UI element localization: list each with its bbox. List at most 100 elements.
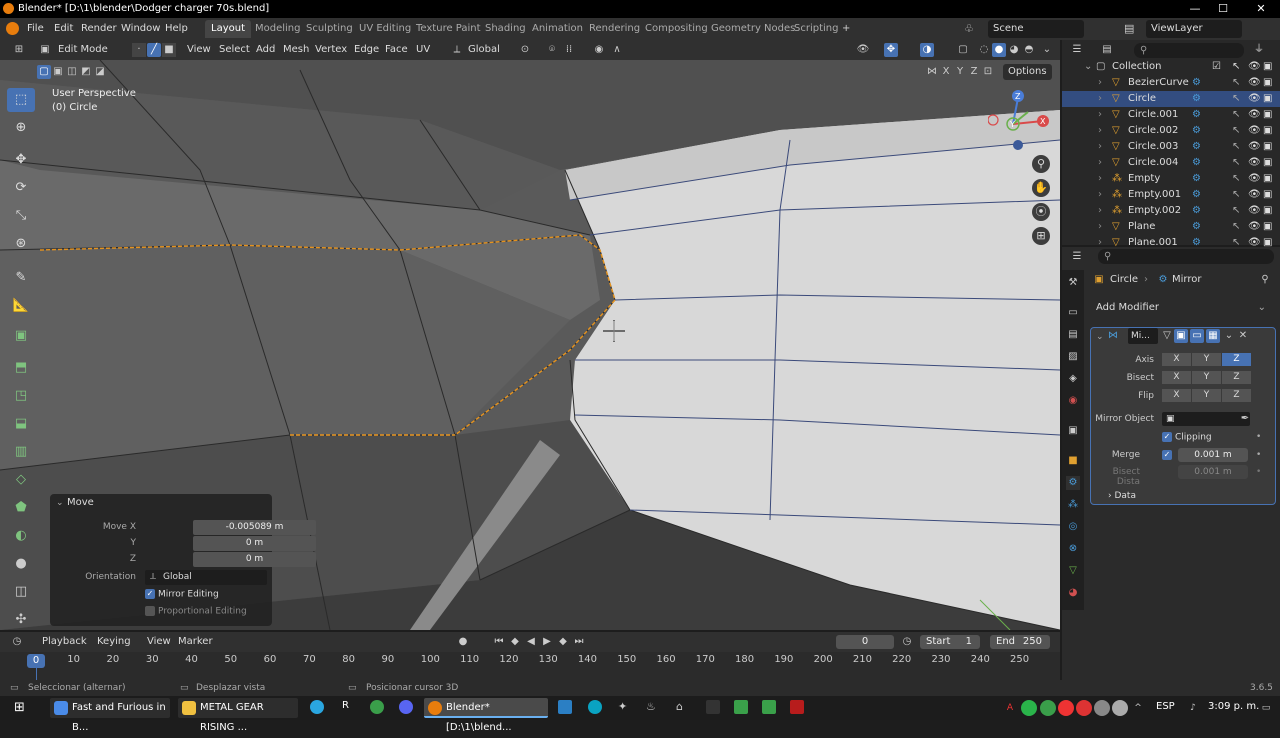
- select-intersect-icon[interactable]: ◪: [93, 65, 107, 79]
- restrict-select-icon[interactable]: ↖: [1232, 203, 1240, 219]
- rotate-tool-icon[interactable]: ⟳: [7, 176, 35, 200]
- menu-add[interactable]: Add: [252, 42, 279, 58]
- expand-icon[interactable]: ›: [1098, 91, 1102, 107]
- outliner-item-row[interactable]: › ▽ BezierCurve ⚙ ↖ 👁 ▣: [1062, 75, 1280, 91]
- falloff-icon[interactable]: ∧: [610, 43, 624, 57]
- viewlayer-selector[interactable]: ViewLayer: [1146, 20, 1242, 38]
- taskbar-chrome[interactable]: Fast and Furious in B...: [50, 698, 170, 733]
- start-menu-icon[interactable]: ⊞: [14, 701, 28, 715]
- maximize-button[interactable]: ☐: [1208, 0, 1238, 18]
- camera-icon[interactable]: ▣: [1263, 123, 1272, 139]
- edit-mode-display-icon[interactable]: ▣: [1174, 329, 1188, 343]
- material-tab-icon[interactable]: ◕: [1066, 586, 1080, 600]
- options-dropdown[interactable]: Options: [1003, 64, 1052, 80]
- restrict-select-icon[interactable]: ↖: [1232, 219, 1240, 235]
- restrict-select-icon[interactable]: ↖: [1232, 107, 1240, 123]
- start-frame-field[interactable]: Start 1: [920, 635, 980, 649]
- editor-type-icon[interactable]: ⊞: [12, 43, 26, 57]
- loop-cut-tool-icon[interactable]: ▥: [7, 440, 35, 464]
- tool-tab-icon[interactable]: ⚒: [1066, 276, 1080, 290]
- move-tool-icon[interactable]: ✥: [7, 148, 35, 172]
- eye-icon[interactable]: 👁: [1248, 59, 1261, 75]
- check-icon[interactable]: ☑: [1212, 59, 1221, 75]
- timeline-editor-type-icon[interactable]: ◷: [10, 635, 24, 649]
- bisect-x-toggle[interactable]: X: [1162, 371, 1191, 384]
- app-r-icon[interactable]: R: [342, 700, 356, 714]
- merge-keyframe-dot[interactable]: •: [1256, 450, 1261, 460]
- expand-icon[interactable]: ›: [1098, 139, 1102, 155]
- camera-icon[interactable]: ▣: [1263, 219, 1272, 235]
- inset-tool-icon[interactable]: ◳: [7, 384, 35, 408]
- visibility-icon[interactable]: 👁: [856, 43, 870, 57]
- restrict-select-icon[interactable]: ↖: [1232, 187, 1240, 203]
- add-workspace-button[interactable]: +: [836, 20, 856, 38]
- bisect-keyframe-dot[interactable]: •: [1256, 467, 1261, 477]
- modifier-name-field[interactable]: Mi...: [1128, 328, 1158, 344]
- poly-build-tool-icon[interactable]: ⬟: [7, 496, 35, 520]
- eye-icon[interactable]: 👁: [1248, 91, 1261, 107]
- tray-red2-icon[interactable]: [1076, 700, 1092, 716]
- properties-editor-type-icon[interactable]: ☰: [1070, 250, 1084, 264]
- pan-hand-icon[interactable]: ✋: [1032, 179, 1050, 197]
- eye-icon[interactable]: 👁: [1248, 75, 1261, 91]
- mirror-editing-checkbox[interactable]: ✓ Mirror Editing: [145, 589, 219, 600]
- navigation-gizmo[interactable]: Z X Y: [987, 88, 1054, 153]
- mirror-z-button[interactable]: Z: [967, 65, 981, 79]
- properties-search-input[interactable]: ⚲: [1098, 249, 1274, 264]
- render-display-icon[interactable]: ▦: [1206, 329, 1220, 343]
- restrict-select-icon[interactable]: ↖: [1232, 139, 1240, 155]
- bisect-z-toggle[interactable]: Z: [1222, 371, 1251, 384]
- face-select-icon[interactable]: ■: [162, 43, 176, 57]
- minimize-button[interactable]: —: [1180, 0, 1210, 18]
- camera-icon[interactable]: ▣: [1263, 107, 1272, 123]
- outliner[interactable]: ☰ ▤ ⚲ ⏚ ⌄ ▢ Collection ☑ ↖ 👁 ▣ › ▽ BezierCurve ⚙ ↖ 👁…: [1062, 40, 1280, 248]
- add-modifier-button[interactable]: Add Modifier ⌄: [1090, 299, 1270, 317]
- preview-range-icon[interactable]: ◷: [900, 635, 914, 649]
- clock[interactable]: 3:09 p. m.: [1208, 701, 1259, 712]
- expand-icon[interactable]: ›: [1098, 107, 1102, 123]
- menu-file[interactable]: File: [27, 18, 44, 40]
- snap-icon[interactable]: ⌾: [545, 43, 559, 57]
- properties-editor[interactable]: ☰ ⚲ ▣ Circle › ⚙ Mirror ⚲ Add Modifier ⌄ …: [1062, 247, 1280, 680]
- notification-icon[interactable]: ▭: [1258, 700, 1274, 716]
- playhead-frame[interactable]: 0: [27, 654, 45, 668]
- transform-orientation-selector[interactable]: Global: [464, 42, 504, 58]
- output-tab-icon[interactable]: ▤: [1066, 328, 1080, 342]
- bisect-distance-field[interactable]: 0.001 m: [1178, 465, 1248, 479]
- clipping-checkbox[interactable]: ✓ Clipping: [1162, 432, 1212, 443]
- tab-layout[interactable]: Layout: [205, 20, 251, 38]
- tab-uv-editing[interactable]: UV Editing: [353, 20, 417, 38]
- panel-collapse-icon[interactable]: ⌄: [56, 498, 64, 508]
- restrict-select-icon[interactable]: ↖: [1232, 75, 1240, 91]
- taskbar-blender[interactable]: Blender* [D:\1\blend...: [424, 698, 548, 733]
- collection-tab-icon[interactable]: ▣: [1066, 424, 1080, 438]
- menu-timeline-view[interactable]: View: [143, 634, 175, 650]
- select-extend-icon[interactable]: ▣: [51, 65, 65, 79]
- jump-end-icon[interactable]: ⏭: [572, 635, 586, 649]
- menu-edit[interactable]: Edit: [54, 18, 73, 40]
- current-frame-field[interactable]: 0: [836, 635, 894, 649]
- tab-animation[interactable]: Animation: [526, 20, 589, 38]
- edge-select-icon[interactable]: ╱: [147, 43, 161, 57]
- axis-x-toggle[interactable]: X: [1162, 353, 1191, 366]
- data-subpanel-toggle[interactable]: › Data: [1108, 491, 1136, 501]
- scene-selector[interactable]: Scene: [988, 20, 1084, 38]
- menu-view[interactable]: View: [183, 42, 215, 58]
- remove-modifier-icon[interactable]: ✕: [1236, 329, 1250, 343]
- view-layer-tab-icon[interactable]: ▨: [1066, 350, 1080, 364]
- gizmo-toggle-icon[interactable]: ✥: [884, 43, 898, 57]
- outliner-item-row[interactable]: › ▽ Circle.003 ⚙ ↖ 👁 ▣: [1062, 139, 1280, 155]
- bisect-y-toggle[interactable]: Y: [1192, 371, 1221, 384]
- scale-tool-icon[interactable]: ⤡: [7, 204, 35, 228]
- auto-merge-icon[interactable]: ⊡: [981, 65, 995, 79]
- end-frame-field[interactable]: End 250: [990, 635, 1050, 649]
- menu-select[interactable]: Select: [215, 42, 254, 58]
- rendered-shading-icon[interactable]: ◓: [1022, 43, 1036, 57]
- outliner-search-input[interactable]: ⚲: [1134, 43, 1244, 58]
- bevel-tool-icon[interactable]: ⬓: [7, 412, 35, 436]
- move-x-field[interactable]: -0.005089 m: [193, 520, 316, 535]
- render-tab-icon[interactable]: ▭: [1066, 306, 1080, 320]
- move-y-field[interactable]: 0 m: [193, 536, 316, 551]
- solid-shading-icon[interactable]: ●: [992, 43, 1006, 57]
- snap-target-icon[interactable]: ⁞⁞: [562, 43, 576, 57]
